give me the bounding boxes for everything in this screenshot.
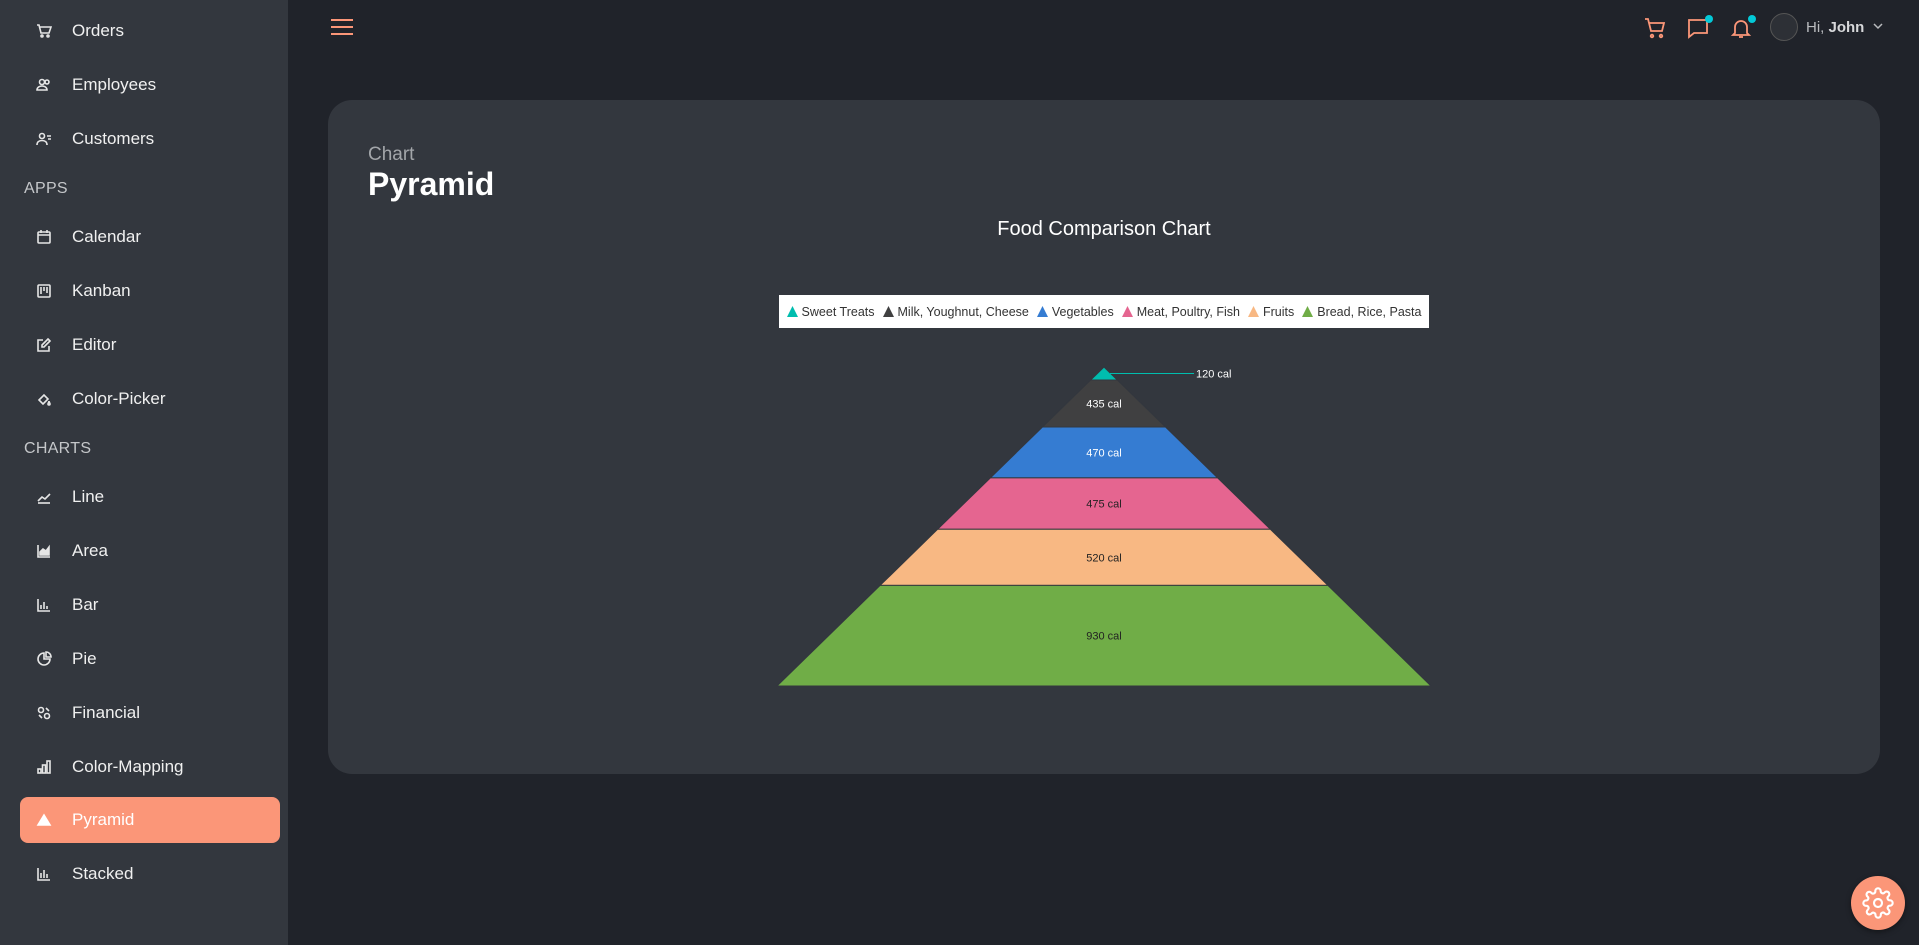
sidebar-item-pyramid[interactable]: Pyramid	[20, 797, 280, 843]
cart-button[interactable]	[1643, 16, 1669, 42]
gear-icon	[1862, 887, 1894, 919]
sidebar-item-label: Calendar	[72, 227, 141, 246]
sidebar-item-label: Color-Picker	[72, 389, 166, 408]
sidebar-item-label: Bar	[72, 595, 99, 614]
notification-button[interactable]	[1729, 15, 1756, 42]
sidebar-item-pie[interactable]: Pie	[20, 636, 280, 682]
legend-marker-icon	[1036, 306, 1048, 317]
cart-icon	[1645, 18, 1666, 39]
color-mapping-icon	[34, 757, 54, 777]
legend-label: Bread, Rice, Pasta	[1317, 304, 1422, 319]
kanban-icon	[34, 281, 54, 301]
stacked-chart-icon	[34, 864, 54, 884]
employees-icon	[34, 75, 54, 95]
pyramid-segment[interactable]	[989, 426, 1219, 479]
sidebar-item-label: Pie	[72, 649, 97, 668]
legend-item[interactable]: Bread, Rice, Pasta	[1302, 305, 1421, 319]
legend-item[interactable]: Meat, Poultry, Fish	[1121, 304, 1240, 319]
pyramid-segment[interactable]	[878, 528, 1330, 586]
legend-marker-icon	[1121, 306, 1133, 317]
user-greeting: Hi, John	[1806, 19, 1864, 36]
sidebar-item-area[interactable]: Area	[20, 528, 280, 574]
sidebar-item-label: Financial	[72, 703, 141, 722]
user-name: John	[1828, 19, 1865, 36]
sidebar-item-label: Employees	[72, 75, 157, 94]
sidebar-item-label: Kanban	[72, 281, 131, 300]
sidebar-item-customers[interactable]: Customers	[20, 116, 280, 162]
editor-icon	[34, 335, 54, 355]
pie-chart-icon	[34, 649, 54, 669]
data-label: 520 cal	[1086, 552, 1121, 564]
data-label: 475 cal	[1086, 499, 1121, 511]
pyramid-icon	[34, 810, 54, 830]
sidebar-item-label: Stacked	[72, 864, 134, 883]
sidebar-item-stacked[interactable]: Stacked	[20, 851, 280, 897]
sidebar-item-label: Customers	[72, 129, 155, 148]
chat-button[interactable]	[1686, 15, 1713, 42]
legend-item[interactable]: Sweet Treats	[786, 304, 875, 319]
pyramid-segment[interactable]	[775, 584, 1433, 687]
sidebar-item-label: Editor	[72, 335, 117, 354]
sidebar-item-label: Area	[72, 541, 108, 560]
legend-item[interactable]: Milk, Youghnut, Cheese	[882, 304, 1029, 319]
cart-icon	[34, 21, 54, 41]
color-picker-icon	[34, 389, 54, 409]
legend-marker-icon	[786, 306, 798, 317]
sidebar-item-color-mapping[interactable]: Color-Mapping	[20, 744, 280, 790]
sidebar-item-bar[interactable]: Bar	[20, 582, 280, 628]
pyramid-segment[interactable]	[1041, 379, 1167, 428]
sidebar-item-employees[interactable]: Employees	[20, 62, 280, 108]
sidebar-item-label: Orders	[72, 21, 124, 40]
legend-label: Fruits	[1262, 304, 1295, 319]
area-chart-icon	[34, 541, 54, 561]
sidebar-item-label: Pyramid	[72, 810, 135, 829]
sidebar-item-orders[interactable]: Orders	[20, 8, 280, 54]
chart-title: Food Comparison Chart	[997, 218, 1211, 240]
section-heading-apps: APPS	[24, 180, 68, 197]
avatar	[1770, 13, 1798, 41]
legend-marker-icon	[1302, 306, 1314, 317]
legend-label: Vegetables	[1051, 304, 1114, 319]
legend-marker-icon	[882, 306, 894, 317]
sidebar-item-color-picker[interactable]: Color-Picker	[20, 376, 280, 422]
legend-marker-icon	[1247, 306, 1259, 317]
chart-legend: Sweet Treats Milk, Youghnut, Cheese Vegeta…	[779, 295, 1429, 328]
sidebar-item-editor[interactable]: Editor	[20, 322, 280, 368]
legend-item[interactable]: Vegetables	[1036, 304, 1114, 319]
section-heading-charts: CHARTS	[24, 440, 92, 457]
pyramid-segment[interactable]	[936, 477, 1272, 530]
data-label: 470 cal	[1086, 447, 1121, 459]
settings-button[interactable]	[1851, 876, 1905, 930]
customers-icon	[34, 129, 54, 149]
greeting-text: Hi,	[1806, 19, 1825, 36]
notification-dot	[1705, 15, 1713, 23]
financial-icon	[34, 703, 54, 723]
calendar-icon	[34, 227, 54, 247]
sidebar-item-calendar[interactable]: Calendar	[20, 214, 280, 260]
data-label: 930 cal	[1086, 631, 1121, 643]
sidebar-item-label: Line	[72, 487, 105, 506]
sidebar: Orders Employees Customers APPS Calendar…	[0, 0, 288, 945]
chevron-down-icon	[1873, 23, 1883, 30]
page-category: Chart	[368, 144, 415, 165]
data-label: 435 cal	[1086, 398, 1121, 410]
sidebar-item-label: Color-Mapping	[72, 757, 184, 776]
legend-label: Meat, Poultry, Fish	[1136, 304, 1240, 319]
sidebar-item-line[interactable]: Line	[20, 474, 280, 520]
sidebar-item-financial[interactable]: Financial	[20, 690, 280, 736]
chart-card: Chart Pyramid Food Comparison Chart Swee…	[328, 100, 1880, 774]
legend-label: Milk, Youghnut, Cheese	[897, 304, 1029, 319]
bar-chart-icon	[34, 595, 54, 615]
sidebar-item-kanban[interactable]: Kanban	[20, 268, 280, 314]
pyramid-segment[interactable]	[1089, 366, 1119, 381]
pyramid-chart: 120 cal 435 cal 470 cal 475 cal 520 cal 930 c…	[775, 366, 1433, 687]
data-label: 120 cal	[1196, 368, 1231, 380]
notification-dot	[1748, 15, 1756, 23]
line-chart-icon	[34, 487, 54, 507]
legend-item[interactable]: Fruits	[1247, 304, 1295, 319]
page-title: Pyramid	[368, 166, 495, 202]
legend-label: Sweet Treats	[801, 304, 875, 319]
menu-toggle-button[interactable]	[331, 19, 353, 37]
